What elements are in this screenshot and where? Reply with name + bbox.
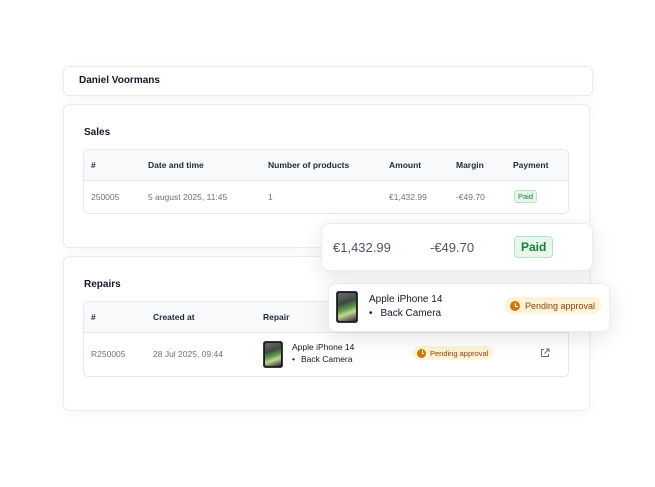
sales-table-header: # Date and time Number of products Amoun… — [84, 150, 568, 181]
repair-id: R250005 — [91, 349, 126, 359]
repair-summary-popup: Apple iPhone 14 • Back Camera Pending app… — [328, 283, 610, 332]
repairs-card: Repairs # Created at Repair R250005 28 J… — [63, 256, 590, 411]
popup-repair-status-badge: Pending approval — [505, 297, 602, 314]
repair-device: Apple iPhone 14 — [292, 342, 355, 352]
table-row[interactable]: R250005 28 Jul 2025, 09:44 Apple iPhone … — [84, 333, 568, 376]
popup-margin: -€49.70 — [430, 240, 475, 255]
col-payment: Payment — [513, 160, 549, 170]
col-amount: Amount — [389, 160, 422, 170]
sale-id: 250005 — [91, 192, 120, 202]
sale-products: 1 — [268, 192, 273, 202]
col-repair: Repair — [263, 312, 290, 322]
popup-repair-status: Pending approval — [525, 300, 596, 311]
payment-status-badge: Paid — [514, 190, 538, 203]
clock-icon — [510, 300, 520, 311]
sales-title: Sales — [84, 127, 111, 138]
col-created-at: Created at — [153, 312, 195, 322]
sale-datetime: 5 august 2025, 11:45 — [148, 192, 228, 202]
popup-repair-part: Back Camera — [380, 308, 442, 319]
iphone-thumbnail — [263, 341, 283, 368]
customer-name: Daniel Voormans — [79, 75, 160, 86]
col-date-time: Date and time — [148, 160, 204, 170]
clock-icon — [417, 348, 426, 358]
col-number: # — [91, 312, 96, 322]
iphone-thumbnail — [336, 291, 358, 323]
bullet-icon: • — [292, 354, 295, 364]
repair-status-badge: Pending approval — [413, 346, 494, 360]
col-number: # — [91, 160, 96, 170]
popup-repair-part-item: • Back Camera — [369, 308, 441, 319]
sale-amount: €1,432.99 — [389, 192, 427, 202]
repair-part: Back Camera — [300, 354, 353, 364]
col-margin: Margin — [456, 160, 484, 170]
external-link-icon[interactable] — [540, 348, 550, 358]
popup-repair-device: Apple iPhone 14 — [369, 294, 443, 305]
customer-header: Daniel Voormans — [63, 66, 593, 96]
sale-margin: -€49.70 — [456, 192, 485, 202]
popup-paid-badge: Paid — [514, 236, 554, 258]
repairs-title: Repairs — [84, 279, 121, 290]
sales-table: # Date and time Number of products Amoun… — [83, 149, 569, 214]
popup-amount: €1,432.99 — [333, 240, 391, 255]
repair-part-item: • Back Camera — [292, 354, 352, 364]
sale-summary-popup: €1,432.99 -€49.70 Paid — [321, 223, 593, 271]
repair-created: 28 Jul 2025, 09:44 — [153, 349, 223, 359]
bullet-icon: • — [369, 308, 373, 319]
col-number-of-products: Number of products — [268, 160, 350, 170]
table-row[interactable]: 250005 5 august 2025, 11:45 1 €1,432.99 … — [84, 181, 568, 213]
repair-status: Pending approval — [430, 348, 489, 358]
